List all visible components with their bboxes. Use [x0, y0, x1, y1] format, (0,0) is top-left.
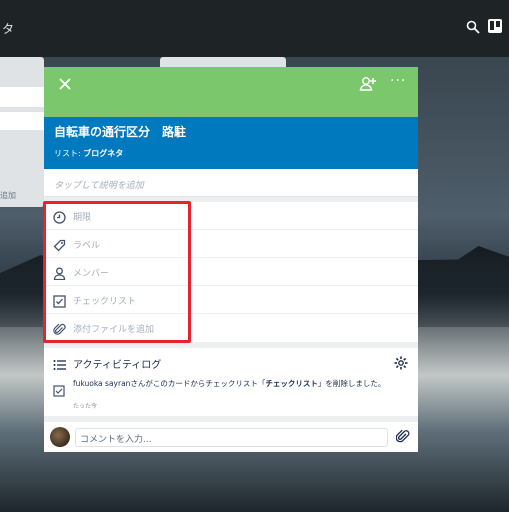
- comment-input[interactable]: コメントを入力...: [75, 428, 388, 447]
- attribute-label: メンバー: [73, 269, 110, 279]
- background-card: [0, 87, 44, 107]
- add-card-text: 追加: [0, 191, 16, 200]
- attribute-label: 添付ファイルを追加: [73, 325, 155, 335]
- attribute-checklist[interactable]: チェックリスト: [44, 286, 418, 314]
- search-icon[interactable]: [466, 19, 480, 38]
- activity-user[interactable]: fukuoka sayran: [73, 379, 130, 388]
- card-detail-modal: ··· 自転車の通行区分 路駐 リスト: ブログネタ タップして説明を追加 期限…: [44, 67, 418, 452]
- checklist-icon: [53, 293, 66, 308]
- activity-text-b: 」を削除しました。: [317, 379, 386, 388]
- activity-list-icon: [53, 356, 67, 370]
- activity-text-a: さんがこのカードからチェックリスト「: [130, 379, 266, 388]
- person-icon: [53, 265, 66, 281]
- card-title[interactable]: 自転車の通行区分 路駐: [54, 123, 186, 140]
- activity-entry-text: fukuoka sayranさんがこのカードからチェックリスト「チェックリスト」…: [73, 379, 413, 389]
- add-member-icon[interactable]: [358, 74, 378, 94]
- paperclip-icon: [53, 321, 66, 335]
- card-header: 自転車の通行区分 路駐 リスト: ブログネタ: [44, 117, 418, 169]
- activity-checklist-name: チェックリスト: [265, 379, 318, 388]
- description-placeholder: タップして説明を追加: [54, 181, 144, 191]
- clock-icon: [53, 209, 66, 224]
- attribute-members[interactable]: メンバー: [44, 258, 418, 286]
- background-list: 追加: [0, 57, 44, 207]
- activity-section: アクティビティログ fukuoka sayranさんがこのカードからチェックリス…: [44, 348, 418, 416]
- board-title: タ: [2, 22, 15, 36]
- attribute-label: ラベル: [73, 241, 101, 251]
- list-name[interactable]: ブログネタ: [83, 149, 123, 158]
- card-list-info: リスト: ブログネタ: [54, 148, 123, 159]
- attribute-label: チェックリスト: [73, 297, 137, 307]
- list-prefix: リスト:: [54, 149, 84, 158]
- checklist-icon: [53, 382, 65, 397]
- avatar: [50, 427, 70, 447]
- close-icon[interactable]: [56, 75, 74, 93]
- background-card: [0, 112, 44, 130]
- card-attributes: 期限 ラベル メンバー チェックリスト 添付ファイルを追加: [44, 202, 418, 342]
- attribute-attachment[interactable]: 添付ファイルを追加: [44, 314, 418, 342]
- board-icon[interactable]: [487, 18, 503, 38]
- app-header: タ: [0, 0, 509, 57]
- description-field[interactable]: タップして説明を追加: [44, 169, 418, 197]
- comment-bar: コメントを入力...: [44, 422, 418, 452]
- gear-icon[interactable]: [394, 355, 408, 370]
- activity-title: アクティビティログ: [73, 360, 162, 371]
- tag-icon: [53, 237, 66, 252]
- paperclip-icon[interactable]: [395, 429, 410, 445]
- activity-time: たった今: [73, 403, 98, 410]
- attribute-label: 期限: [73, 213, 92, 223]
- more-options-icon[interactable]: ···: [390, 73, 406, 89]
- attribute-labels[interactable]: ラベル: [44, 230, 418, 258]
- attribute-due-date[interactable]: 期限: [44, 202, 418, 230]
- card-cover: ···: [44, 67, 418, 117]
